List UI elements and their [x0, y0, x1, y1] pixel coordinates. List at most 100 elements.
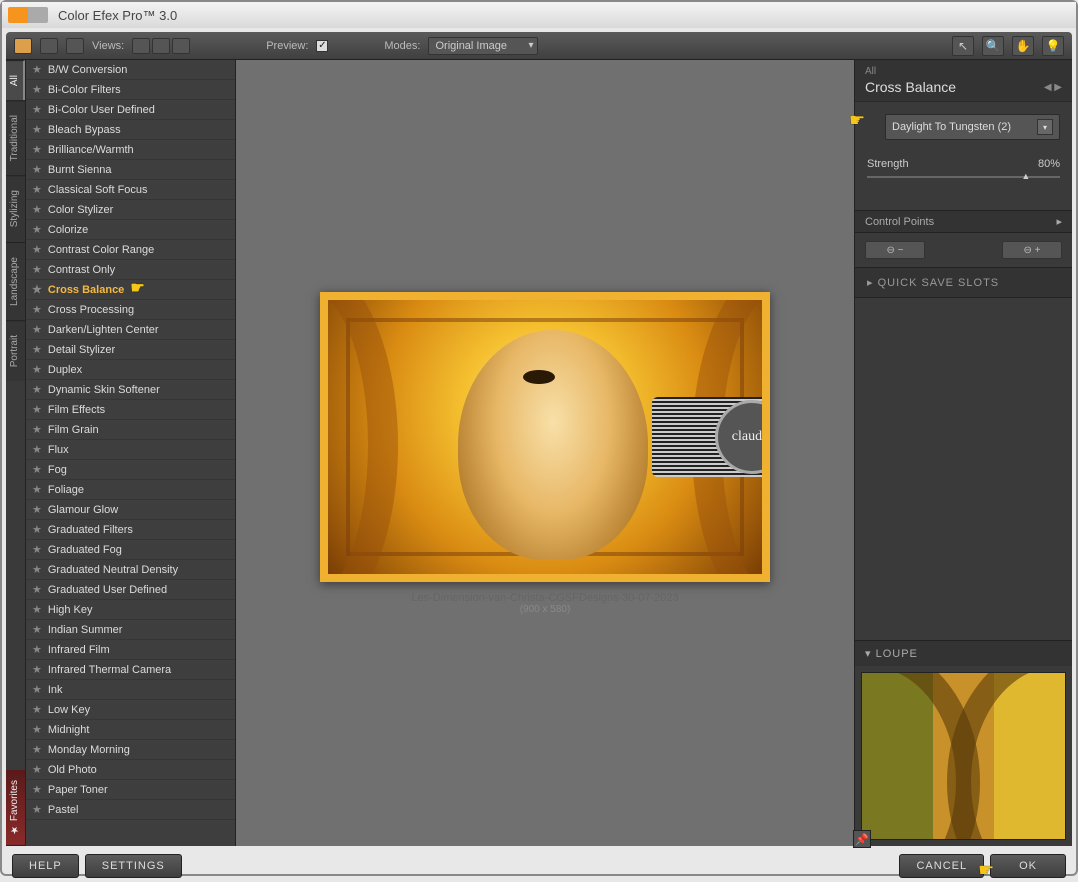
zoom-tool-icon[interactable]: 🔍	[982, 36, 1004, 56]
filter-item[interactable]: ★Cross Balance	[26, 280, 235, 300]
add-minus-control-point-button[interactable]: ⊖ −	[865, 241, 925, 259]
star-icon[interactable]: ★	[32, 663, 42, 676]
star-icon[interactable]: ★	[32, 343, 42, 356]
filter-item[interactable]: ★Infrared Film	[26, 640, 235, 660]
quick-save-header[interactable]: ▸ QUICK SAVE SLOTS	[855, 267, 1072, 298]
filter-item[interactable]: ★Paper Toner	[26, 780, 235, 800]
filter-item[interactable]: ★Duplex	[26, 360, 235, 380]
tab-portrait[interactable]: Portrait	[6, 320, 25, 381]
filter-item[interactable]: ★Graduated Fog	[26, 540, 235, 560]
filter-item[interactable]: ★Pastel	[26, 800, 235, 820]
layout-left-icon[interactable]	[40, 38, 58, 54]
star-icon[interactable]: ★	[32, 703, 42, 716]
star-icon[interactable]: ★	[32, 263, 42, 276]
star-icon[interactable]: ★	[32, 203, 42, 216]
filter-item[interactable]: ★Midnight	[26, 720, 235, 740]
star-icon[interactable]: ★	[32, 543, 42, 556]
star-icon[interactable]: ★	[32, 243, 42, 256]
filter-item[interactable]: ★Monday Morning	[26, 740, 235, 760]
filter-item[interactable]: ★Flux	[26, 440, 235, 460]
star-icon[interactable]: ★	[32, 603, 42, 616]
star-icon[interactable]: ★	[32, 623, 42, 636]
layout-icon[interactable]	[14, 38, 32, 54]
view-single-icon[interactable]	[132, 38, 150, 54]
filter-item[interactable]: ★Classical Soft Focus	[26, 180, 235, 200]
filter-item[interactable]: ★Low Key	[26, 700, 235, 720]
filter-item[interactable]: ★Infrared Thermal Camera	[26, 660, 235, 680]
filter-item[interactable]: ★Color Stylizer	[26, 200, 235, 220]
star-icon[interactable]: ★	[32, 683, 42, 696]
filter-item[interactable]: ★Film Effects	[26, 400, 235, 420]
filter-item[interactable]: ★Contrast Color Range	[26, 240, 235, 260]
lightbulb-icon[interactable]: 💡	[1042, 36, 1064, 56]
star-icon[interactable]: ★	[32, 783, 42, 796]
star-icon[interactable]: ★	[32, 483, 42, 496]
help-button[interactable]: HELP	[12, 854, 79, 878]
star-icon[interactable]: ★	[32, 283, 42, 296]
filter-item[interactable]: ★Burnt Sienna	[26, 160, 235, 180]
view-side-icon[interactable]	[172, 38, 190, 54]
arrow-tool-icon[interactable]: ↖	[952, 36, 974, 56]
star-icon[interactable]: ★	[32, 183, 42, 196]
star-icon[interactable]: ★	[32, 383, 42, 396]
filter-item[interactable]: ★Bi-Color Filters	[26, 80, 235, 100]
control-points-header[interactable]: Control Points ▸	[855, 210, 1072, 233]
star-icon[interactable]: ★	[32, 303, 42, 316]
chevron-down-icon[interactable]: ▾	[1037, 119, 1053, 135]
add-plus-control-point-button[interactable]: ⊖ +	[1002, 241, 1062, 259]
tab-traditional[interactable]: Traditional	[6, 100, 25, 175]
filter-item[interactable]: ★Cross Processing	[26, 300, 235, 320]
tab-all[interactable]: All	[6, 60, 25, 100]
cancel-button[interactable]: CANCEL	[899, 854, 984, 878]
filter-item[interactable]: ★Colorize	[26, 220, 235, 240]
method-dropdown[interactable]: Daylight To Tungsten (2) ▾	[885, 114, 1060, 140]
star-icon[interactable]: ★	[32, 443, 42, 456]
filter-item[interactable]: ★Old Photo	[26, 760, 235, 780]
filter-item[interactable]: ★High Key	[26, 600, 235, 620]
filter-item[interactable]: ★Brilliance/Warmth	[26, 140, 235, 160]
star-icon[interactable]: ★	[32, 723, 42, 736]
chevron-icon[interactable]: ◀ ▶	[1044, 82, 1062, 93]
filter-item[interactable]: ★Darken/Lighten Center	[26, 320, 235, 340]
star-icon[interactable]: ★	[32, 323, 42, 336]
filter-list[interactable]: ★B/W Conversion★Bi-Color Filters★Bi-Colo…	[26, 60, 236, 846]
view-split-icon[interactable]	[152, 38, 170, 54]
filter-item[interactable]: ★Bleach Bypass	[26, 120, 235, 140]
filter-item[interactable]: ★Foliage	[26, 480, 235, 500]
star-icon[interactable]: ★	[32, 423, 42, 436]
star-icon[interactable]: ★	[32, 103, 42, 116]
filter-item[interactable]: ★Detail Stylizer	[26, 340, 235, 360]
star-icon[interactable]: ★	[32, 563, 42, 576]
settings-button[interactable]: SETTINGS	[85, 854, 182, 878]
star-icon[interactable]: ★	[32, 743, 42, 756]
ok-button[interactable]: OK	[990, 854, 1066, 878]
loupe-pin-icon[interactable]: 📌	[853, 830, 871, 848]
tab-landscape[interactable]: Landscape	[6, 242, 25, 320]
star-icon[interactable]: ★	[32, 583, 42, 596]
star-icon[interactable]: ★	[32, 223, 42, 236]
star-icon[interactable]: ★	[32, 643, 42, 656]
star-icon[interactable]: ★	[32, 363, 42, 376]
star-icon[interactable]: ★	[32, 163, 42, 176]
star-icon[interactable]: ★	[32, 523, 42, 536]
slider-thumb-icon[interactable]: ▲	[1021, 171, 1030, 181]
preview-checkbox[interactable]: ✓	[316, 40, 328, 52]
star-icon[interactable]: ★	[32, 463, 42, 476]
star-icon[interactable]: ★	[32, 143, 42, 156]
filter-item[interactable]: ★Graduated User Defined	[26, 580, 235, 600]
star-icon[interactable]: ★	[32, 763, 42, 776]
tab-stylizing[interactable]: Stylizing	[6, 175, 25, 241]
filter-item[interactable]: ★Glamour Glow	[26, 500, 235, 520]
star-icon[interactable]: ★	[32, 123, 42, 136]
loupe-header[interactable]: ▾ LOUPE	[855, 640, 1072, 666]
star-icon[interactable]: ★	[32, 803, 42, 816]
hand-tool-icon[interactable]: ✋	[1012, 36, 1034, 56]
filter-item[interactable]: ★Dynamic Skin Softener	[26, 380, 235, 400]
filter-item[interactable]: ★Bi-Color User Defined	[26, 100, 235, 120]
layout-right-icon[interactable]	[66, 38, 84, 54]
star-icon[interactable]: ★	[32, 403, 42, 416]
star-icon[interactable]: ★	[32, 503, 42, 516]
filter-item[interactable]: ★Graduated Neutral Density	[26, 560, 235, 580]
filter-item[interactable]: ★Film Grain	[26, 420, 235, 440]
tab-favorites[interactable]: ★ Favorites	[6, 770, 25, 846]
